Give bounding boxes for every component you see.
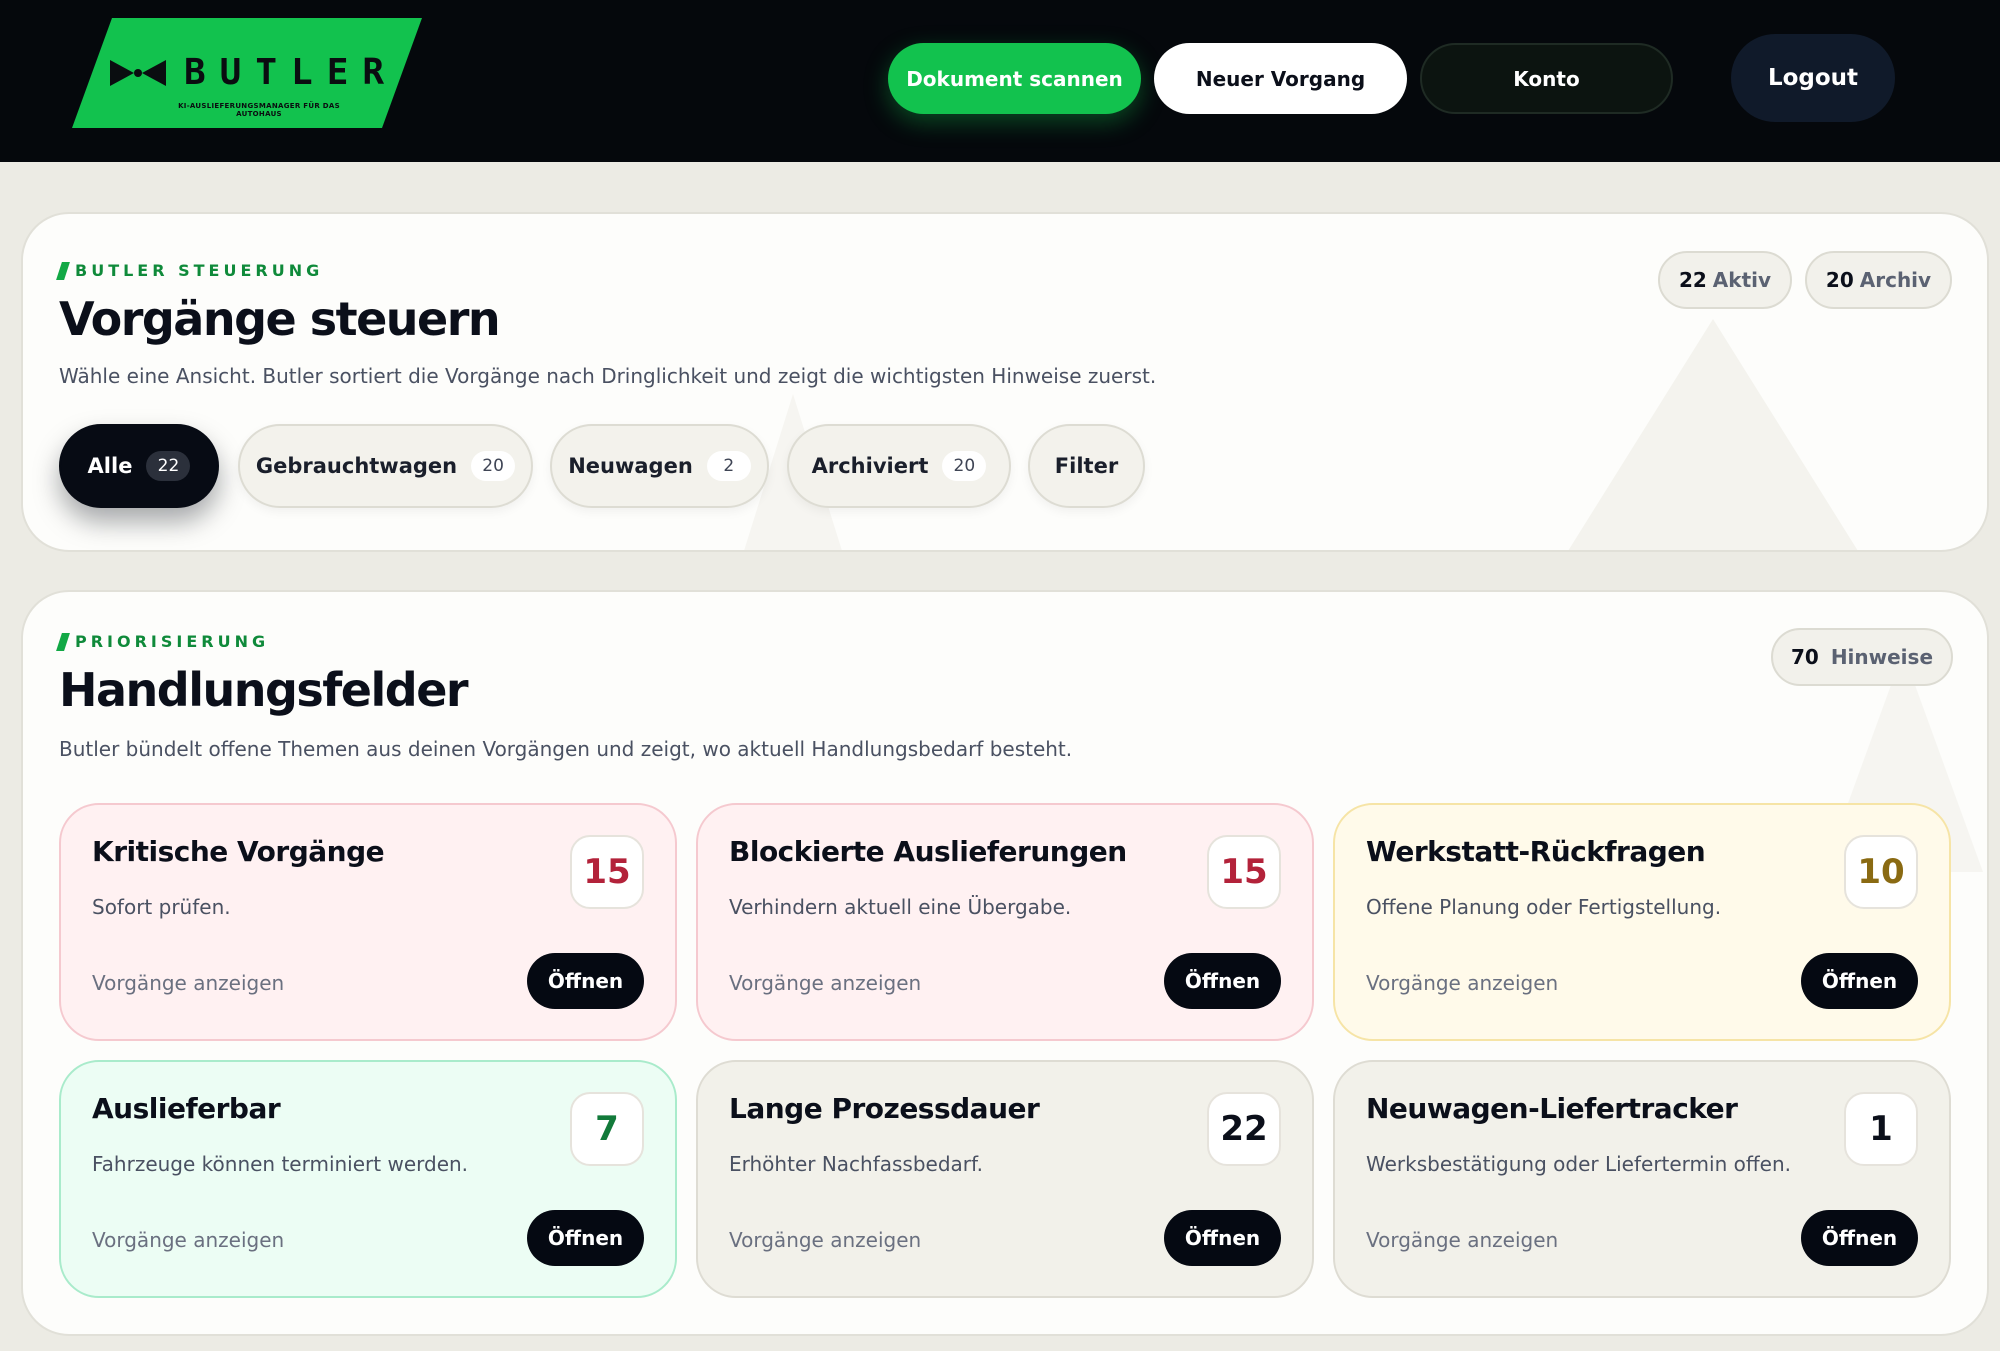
- filter-count: 20: [471, 451, 516, 481]
- bowtie-icon: [110, 60, 166, 86]
- card-blocked-deliveries[interactable]: Blockierte Auslieferungen Verhindern akt…: [696, 803, 1314, 1041]
- filter-count: 20: [942, 451, 987, 481]
- card-count: 15: [1207, 835, 1281, 909]
- section-title: Vorgänge steuern: [59, 292, 501, 346]
- open-button[interactable]: Öffnen: [527, 953, 644, 1009]
- open-button[interactable]: Öffnen: [1164, 1210, 1281, 1266]
- card-long-process-duration[interactable]: Lange Prozessdauer Erhöhter Nachfassbeda…: [696, 1060, 1314, 1298]
- card-title: Kritische Vorgänge: [92, 835, 385, 868]
- top-bar: BUTLER KI-AUSLIEFERUNGSMANAGER FÜR DAS A…: [0, 0, 2000, 162]
- active-count-badge: 22 Aktiv: [1658, 251, 1792, 309]
- archive-count-badge: 20 Archiv: [1805, 251, 1952, 309]
- section-eyebrow: BUTLER STEUERUNG: [56, 261, 323, 280]
- logo-wordmark: BUTLER: [184, 52, 399, 93]
- logo-tagline: KI-AUSLIEFERUNGSMANAGER FÜR DAS AUTOHAUS: [178, 102, 340, 118]
- filter-count: 2: [706, 451, 751, 481]
- show-cases-link[interactable]: Vorgänge anzeigen: [729, 971, 921, 995]
- hints-count-badge: 70 Hinweise: [1771, 628, 1953, 686]
- card-count: 1: [1844, 1092, 1918, 1166]
- card-title: Werkstatt-Rückfragen: [1366, 835, 1706, 868]
- show-cases-link[interactable]: Vorgänge anzeigen: [92, 971, 284, 995]
- card-title: Blockierte Auslieferungen: [729, 835, 1127, 868]
- card-description: Werksbestätigung oder Liefertermin offen…: [1366, 1152, 1791, 1176]
- card-count: 15: [570, 835, 644, 909]
- show-cases-link[interactable]: Vorgänge anzeigen: [1366, 971, 1558, 995]
- slash-accent-icon: [56, 632, 70, 651]
- filter-count: 22: [146, 451, 191, 481]
- show-cases-link[interactable]: Vorgänge anzeigen: [1366, 1228, 1558, 1252]
- background-triangle-decoration: [1568, 319, 1858, 550]
- filter-archived[interactable]: Archiviert 20: [787, 424, 1011, 508]
- section-title: Handlungsfelder: [59, 663, 469, 717]
- card-new-car-delivery-tracker[interactable]: Neuwagen-Liefertracker Werksbestätigung …: [1333, 1060, 1951, 1298]
- account-button[interactable]: Konto: [1420, 43, 1673, 114]
- open-button[interactable]: Öffnen: [1801, 953, 1918, 1009]
- show-cases-link[interactable]: Vorgänge anzeigen: [729, 1228, 921, 1252]
- section-description: Butler bündelt offene Themen aus deinen …: [59, 737, 1073, 761]
- card-count: 22: [1207, 1092, 1281, 1166]
- card-workshop-queries[interactable]: Werkstatt-Rückfragen Offene Planung oder…: [1333, 803, 1951, 1041]
- card-description: Verhindern aktuell eine Übergabe.: [729, 895, 1072, 919]
- control-panel: BUTLER STEUERUNG Vorgänge steuern Wähle …: [21, 212, 1989, 552]
- open-button[interactable]: Öffnen: [527, 1210, 644, 1266]
- filter-new-cars[interactable]: Neuwagen 2: [550, 424, 769, 508]
- card-title: Neuwagen-Liefertracker: [1366, 1092, 1738, 1125]
- card-title: Lange Prozessdauer: [729, 1092, 1040, 1125]
- priorities-panel: PRIORISIERUNG Handlungsfelder Butler bün…: [21, 590, 1989, 1336]
- scan-document-button[interactable]: Dokument scannen: [888, 43, 1141, 114]
- card-critical-cases[interactable]: Kritische Vorgänge Sofort prüfen. 15 Vor…: [59, 803, 677, 1041]
- open-button[interactable]: Öffnen: [1164, 953, 1281, 1009]
- card-deliverable[interactable]: Auslieferbar Fahrzeuge können terminiert…: [59, 1060, 677, 1298]
- section-eyebrow: PRIORISIERUNG: [56, 632, 269, 651]
- show-cases-link[interactable]: Vorgänge anzeigen: [92, 1228, 284, 1252]
- card-count: 10: [1844, 835, 1918, 909]
- card-count: 7: [570, 1092, 644, 1166]
- open-button[interactable]: Öffnen: [1801, 1210, 1918, 1266]
- new-case-button[interactable]: Neuer Vorgang: [1154, 43, 1407, 114]
- section-description: Wähle eine Ansicht. Butler sortiert die …: [59, 364, 1157, 388]
- butler-logo[interactable]: BUTLER KI-AUSLIEFERUNGSMANAGER FÜR DAS A…: [72, 18, 422, 128]
- card-title: Auslieferbar: [92, 1092, 281, 1125]
- card-description: Offene Planung oder Fertigstellung.: [1366, 895, 1722, 919]
- filter-all[interactable]: Alle 22: [59, 424, 219, 508]
- filter-used-cars[interactable]: Gebrauchtwagen 20: [238, 424, 533, 508]
- logout-button[interactable]: Logout: [1731, 34, 1895, 122]
- slash-accent-icon: [56, 261, 70, 280]
- filter-button[interactable]: Filter: [1028, 424, 1145, 508]
- card-description: Sofort prüfen.: [92, 895, 231, 919]
- card-description: Erhöhter Nachfassbedarf.: [729, 1152, 983, 1176]
- card-description: Fahrzeuge können terminiert werden.: [92, 1152, 469, 1176]
